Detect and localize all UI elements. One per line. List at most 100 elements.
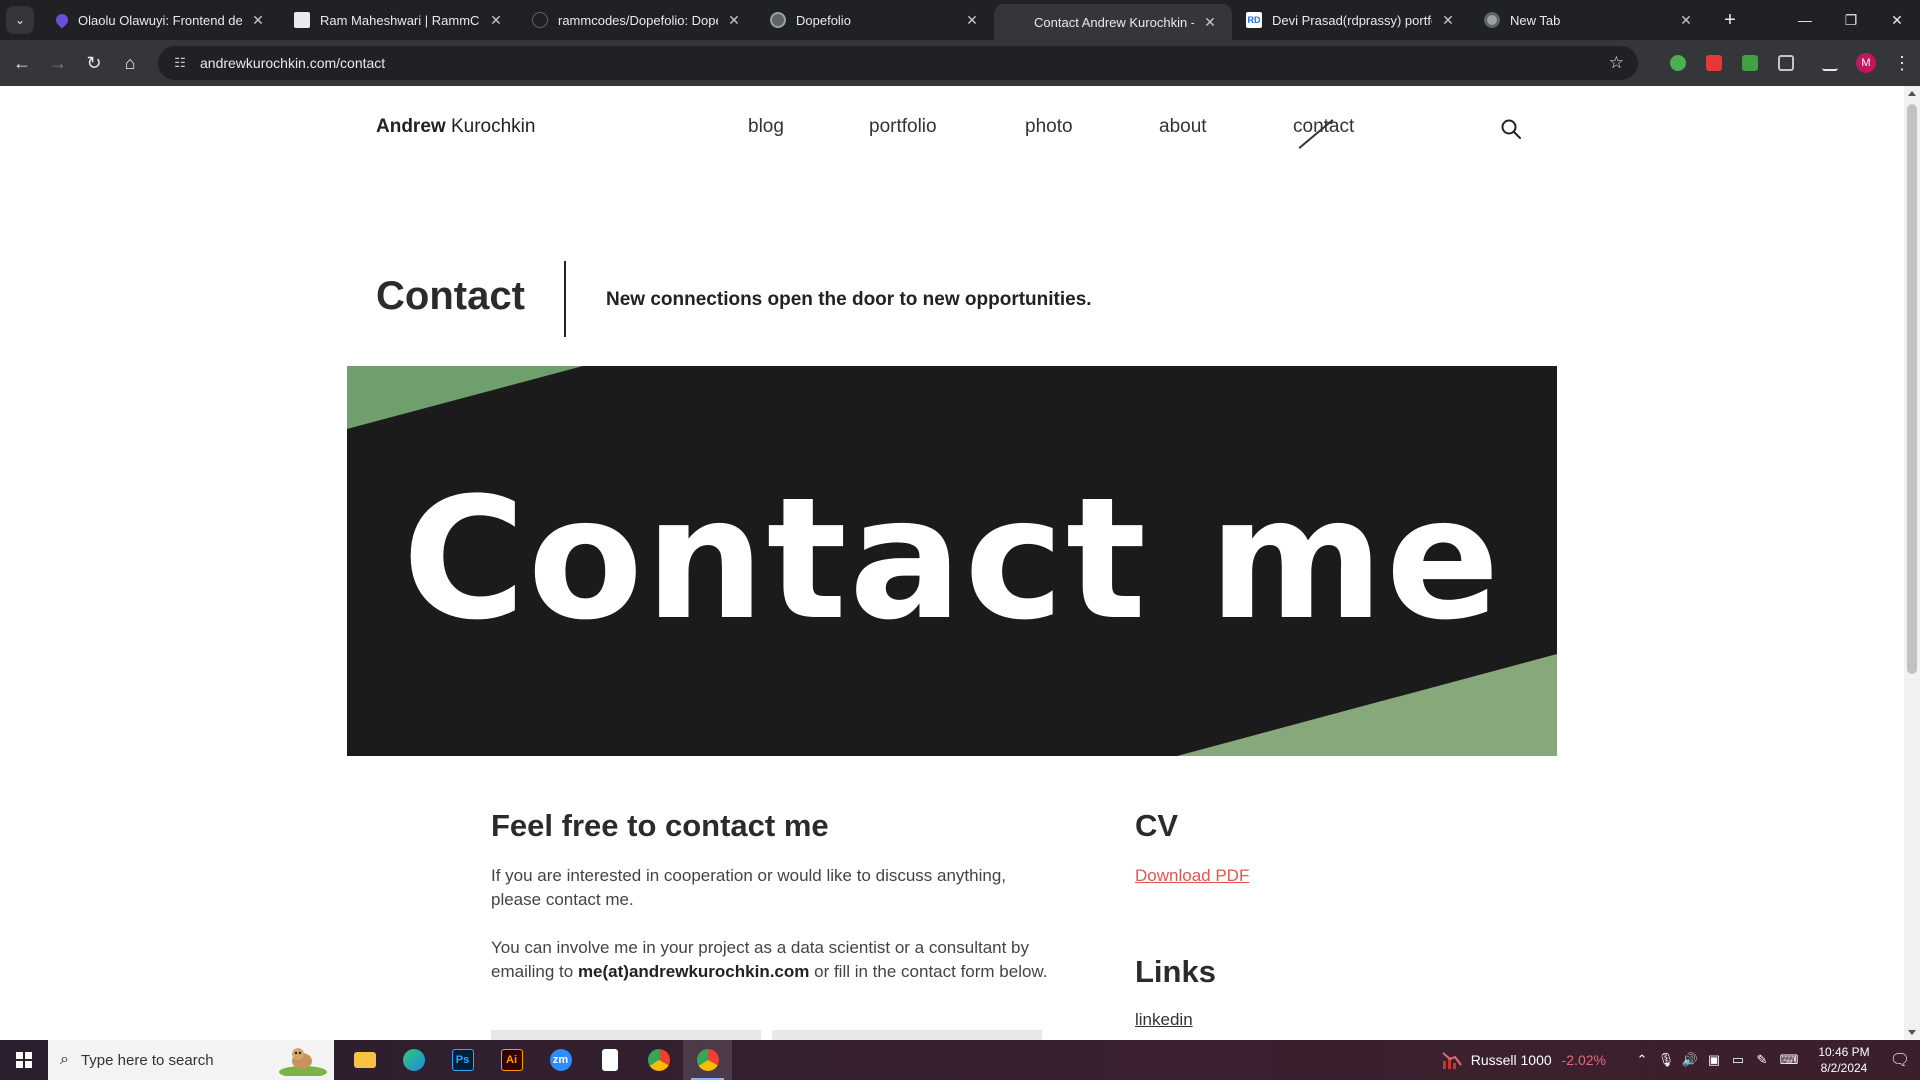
keyboard-icon[interactable]: ⌨ xyxy=(1774,1052,1804,1068)
tab-0[interactable]: Olaolu Olawuyi: Frontend deve ✕ xyxy=(42,0,280,40)
folder-icon xyxy=(353,1052,376,1068)
restore-button[interactable]: ❐ xyxy=(1828,0,1874,40)
contact-email: me(at)andrewkurochkin.com xyxy=(577,962,810,981)
brand-first-name: Andrew xyxy=(376,116,446,137)
form-field-name[interactable] xyxy=(491,1030,761,1040)
taskbar-file-explorer[interactable] xyxy=(340,1040,389,1080)
pen-icon[interactable]: ✎ xyxy=(1750,1052,1774,1068)
nav-about[interactable]: about xyxy=(1159,116,1207,138)
close-icon[interactable]: ✕ xyxy=(964,12,980,29)
taskbar-clock[interactable]: 10:46 PM 8/2/2024 xyxy=(1808,1044,1880,1076)
chrome-icon xyxy=(1484,12,1500,28)
tab-5[interactable]: RD Devi Prasad(rdprassy) portfolio ✕ xyxy=(1232,0,1470,40)
minimize-button[interactable]: — xyxy=(1782,0,1828,40)
avatar: M xyxy=(1856,53,1876,73)
site-settings-icon[interactable]: ☷ xyxy=(172,55,188,71)
chrome-profile-icon xyxy=(696,1049,719,1071)
taskbar-apps: Ps Ai zm xyxy=(340,1040,732,1080)
taskbar-zoom[interactable]: zm xyxy=(536,1040,585,1080)
taskbar-chrome[interactable] xyxy=(634,1040,683,1080)
hero-accent-top-left xyxy=(347,366,583,429)
taskbar-chrome-profile[interactable] xyxy=(683,1040,732,1080)
page-tagline: New connections open the door to new opp… xyxy=(606,289,1092,310)
download-pdf-link[interactable]: Download PDF xyxy=(1135,866,1249,886)
extension-button[interactable] xyxy=(1660,45,1696,81)
show-hidden-icons-chevron-icon[interactable]: ⌃ xyxy=(1630,1052,1654,1068)
stock-change: -2.02% xyxy=(1561,1052,1606,1068)
forward-button[interactable]: → xyxy=(40,45,76,81)
scrollbar-thumb[interactable] xyxy=(1907,104,1917,674)
tab-4-active[interactable]: Contact Andrew Kurochkin - da ✕ xyxy=(994,4,1232,40)
new-tab-button[interactable]: + xyxy=(1716,6,1744,34)
puzzle-icon xyxy=(1778,55,1794,71)
contact-paragraph-2: You can involve me in your project as a … xyxy=(491,936,1051,984)
tab-6[interactable]: New Tab ✕ xyxy=(1470,0,1708,40)
tab-3[interactable]: Dopefolio ✕ xyxy=(756,0,994,40)
scroll-down-arrow-icon[interactable] xyxy=(1908,1030,1916,1035)
start-button[interactable] xyxy=(0,1040,48,1080)
windows-taskbar: ⌕ Type here to search Ps Ai zm Russell 1 xyxy=(0,1040,1920,1080)
extension-icon xyxy=(1706,55,1722,71)
taskbar-notepad[interactable] xyxy=(585,1040,634,1080)
taskbar-edge[interactable] xyxy=(389,1040,438,1080)
cv-heading: CV xyxy=(1135,808,1179,843)
links-heading: Links xyxy=(1135,954,1216,989)
volume-icon[interactable]: 🔊 xyxy=(1678,1052,1702,1068)
form-field-email[interactable] xyxy=(772,1030,1042,1040)
chrome-menu-button[interactable]: ⋮ xyxy=(1884,45,1920,81)
network-icon[interactable]: ▭ xyxy=(1726,1052,1750,1068)
nav-photo[interactable]: photo xyxy=(1025,116,1073,138)
illustrator-icon: Ai xyxy=(500,1049,523,1071)
profile-button[interactable]: M xyxy=(1848,45,1884,81)
brand-last-name: Kurochkin xyxy=(450,116,536,137)
extensions-menu-button[interactable] xyxy=(1768,45,1804,81)
close-window-button[interactable]: ✕ xyxy=(1874,0,1920,40)
file-icon xyxy=(601,1049,618,1071)
search-icon[interactable] xyxy=(1500,118,1522,140)
arrow-left-icon: ← xyxy=(13,52,31,73)
taskbar-search-box[interactable]: ⌕ Type here to search xyxy=(48,1040,334,1080)
home-button[interactable]: ⌂ xyxy=(112,45,148,81)
camera-icon[interactable]: ▣ xyxy=(1702,1052,1726,1068)
plus-icon: + xyxy=(1724,8,1736,31)
back-button[interactable]: ← xyxy=(4,45,40,81)
hero-accent-bottom-right xyxy=(1177,654,1557,756)
nav-blog[interactable]: blog xyxy=(748,116,784,138)
taskbar-photoshop[interactable]: Ps xyxy=(438,1040,487,1080)
stock-widget[interactable]: Russell 1000 -2.02% xyxy=(1441,1049,1606,1071)
site-brand-link[interactable]: Andrew Kurochkin xyxy=(376,116,535,138)
downloads-button[interactable] xyxy=(1812,45,1848,81)
contact-section: Feel free to contact me If you are inter… xyxy=(491,808,1051,1008)
close-icon[interactable]: ✕ xyxy=(1440,12,1456,29)
microphone-icon[interactable]: 🎙 xyxy=(1654,1052,1678,1068)
taskbar-illustrator[interactable]: Ai xyxy=(487,1040,536,1080)
close-icon[interactable]: ✕ xyxy=(250,12,266,29)
zoom-icon: zm xyxy=(549,1049,572,1071)
close-icon[interactable]: ✕ xyxy=(1202,14,1218,31)
close-icon[interactable]: ✕ xyxy=(488,12,504,29)
nav-contact-current[interactable]: contact xyxy=(1293,116,1354,149)
linkedin-link[interactable]: linkedin xyxy=(1135,1010,1193,1030)
site-favicon-icon xyxy=(1008,14,1024,30)
address-bar[interactable]: ☷ andrewkurochkin.com/contact ☆ xyxy=(158,46,1638,80)
search-icon: ⌕ xyxy=(60,1051,69,1068)
extension-icon xyxy=(1742,55,1758,71)
nav-portfolio[interactable]: portfolio xyxy=(869,116,937,138)
avatar-favicon-icon xyxy=(294,12,310,28)
tab-1[interactable]: Ram Maheshwari | RammCodes ✕ xyxy=(280,0,518,40)
close-icon[interactable]: ✕ xyxy=(726,12,742,29)
tab-2[interactable]: rammcodes/Dopefolio: Dopefo ✕ xyxy=(518,0,756,40)
scroll-up-arrow-icon[interactable] xyxy=(1908,91,1916,96)
page-scrollbar[interactable] xyxy=(1904,86,1920,1040)
notification-center-icon[interactable]: 🗨 xyxy=(1880,1050,1920,1070)
url-text: andrewkurochkin.com/contact xyxy=(200,55,386,71)
close-icon[interactable]: ✕ xyxy=(1678,12,1694,29)
reload-button[interactable]: ↻ xyxy=(76,45,112,81)
tab-search-button[interactable]: ⌄ xyxy=(6,6,34,34)
extension-button[interactable] xyxy=(1696,45,1732,81)
window-controls: — ❐ ✕ xyxy=(1782,0,1920,40)
sidebar-section: CV Download PDF Links linkedin xyxy=(1135,808,1435,1030)
extension-button[interactable] xyxy=(1732,45,1768,81)
bookmark-star-icon[interactable]: ☆ xyxy=(1609,53,1624,73)
title-divider xyxy=(564,261,566,337)
